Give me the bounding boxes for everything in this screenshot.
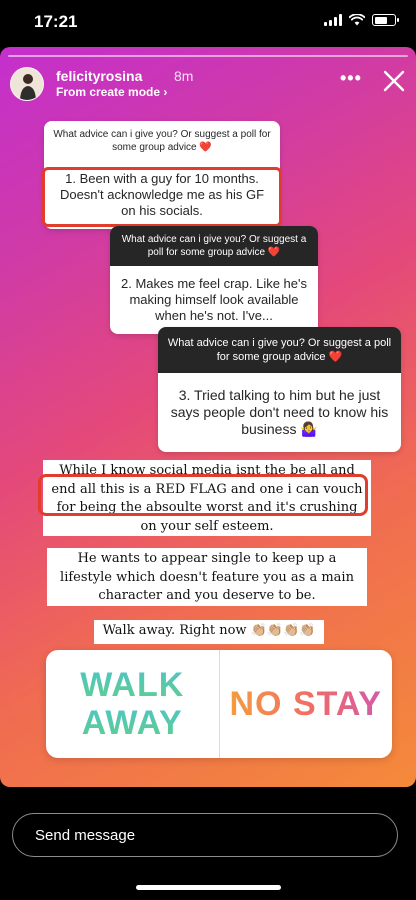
battery-icon (372, 14, 399, 26)
send-message-placeholder: Send message (35, 827, 136, 844)
question-card-2: What advice can i give you? Or suggest a… (110, 226, 318, 334)
question-answer: 2. Makes me feel crap. Like he's making … (120, 276, 307, 323)
send-message-input[interactable]: Send message (12, 813, 398, 857)
advice-note-3: Walk away. Right now 👏🏼👏🏼👏🏼👏🏼 (94, 620, 324, 644)
avatar-image (11, 68, 43, 100)
story-progress-bar (8, 55, 408, 57)
red-highlight-box (38, 474, 368, 516)
poll-option-walk-away[interactable]: WALK AWAY (46, 650, 219, 758)
red-highlight-box (42, 167, 282, 227)
poll-option-walk-line: WALK (80, 666, 185, 704)
question-prompt: What advice can i give you? Or suggest a… (110, 226, 318, 266)
create-mode-link[interactable]: From create mode › (56, 85, 167, 99)
poll-option-away-line: AWAY (81, 704, 183, 742)
status-time: 17:21 (34, 12, 78, 31)
poll-option-no-stay[interactable]: NO STAY (220, 650, 393, 758)
advice-note-2: He wants to appear single to keep up a l… (47, 548, 367, 606)
avatar[interactable] (10, 67, 44, 101)
story-view[interactable]: felicityrosina 8m From create mode › •••… (0, 47, 416, 787)
more-dots-icon[interactable]: ••• (340, 68, 362, 89)
wifi-icon (349, 14, 365, 26)
status-icons (324, 14, 399, 26)
question-card-3: What advice can i give you? Or suggest a… (158, 327, 401, 452)
home-indicator[interactable] (136, 885, 281, 890)
poll-sticker[interactable]: WALK AWAY NO STAY (46, 650, 392, 758)
question-answer: 3. Tried talking to him but he just says… (170, 387, 389, 437)
story-username[interactable]: felicityrosina (56, 68, 142, 84)
poll-option-no-stay-label: NO STAY (229, 685, 382, 723)
story-time-ago: 8m (174, 68, 194, 84)
status-bar: 17:21 (0, 0, 416, 44)
question-prompt: What advice can i give you? Or suggest a… (44, 121, 280, 161)
close-icon[interactable] (382, 69, 406, 93)
question-prompt: What advice can i give you? Or suggest a… (158, 327, 401, 373)
signal-icon (324, 14, 342, 26)
